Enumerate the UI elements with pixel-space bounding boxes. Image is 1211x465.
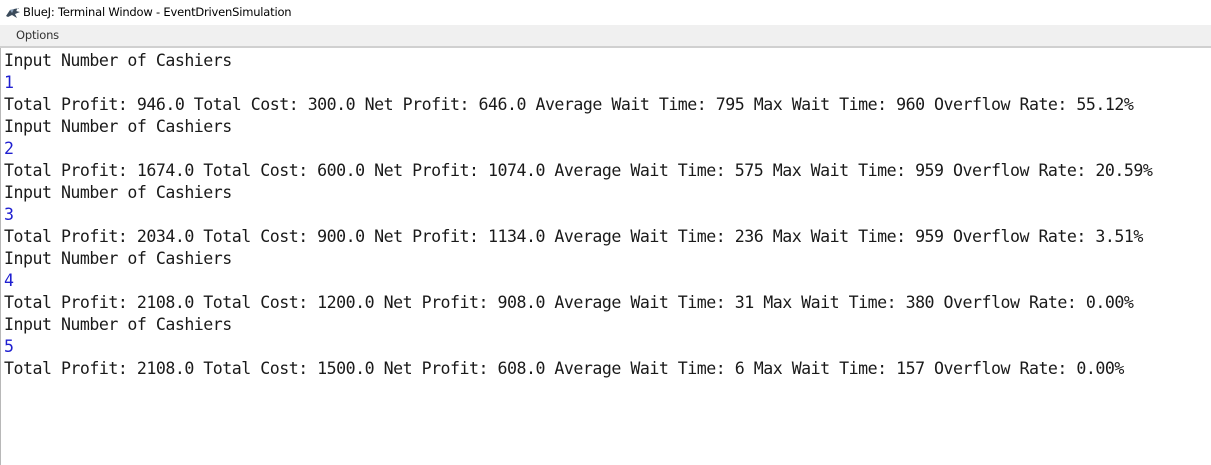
terminal-output-line: Total Profit: 2108.0 Total Cost: 1500.0 … xyxy=(4,359,1124,378)
terminal-output-line: Total Profit: 2034.0 Total Cost: 900.0 N… xyxy=(4,227,1143,246)
terminal-output-area[interactable]: Input Number of Cashiers 1 Total Profit: 9… xyxy=(0,48,1211,465)
terminal-input-line: 4 xyxy=(4,271,14,290)
menu-options[interactable]: Options xyxy=(16,28,59,42)
terminal-output-line: Input Number of Cashiers xyxy=(4,249,232,268)
terminal-input-line: 1 xyxy=(4,73,14,92)
terminal-input-line: 3 xyxy=(4,205,14,224)
terminal-output-line: Input Number of Cashiers xyxy=(4,183,232,202)
window-title: BlueJ: Terminal Window - EventDrivenSimu… xyxy=(23,5,292,19)
terminal-output-line: Input Number of Cashiers xyxy=(4,315,232,334)
terminal-input-line: 5 xyxy=(4,337,14,356)
terminal-window: BlueJ: Terminal Window - EventDrivenSimu… xyxy=(0,0,1211,465)
terminal-output-line: Input Number of Cashiers xyxy=(4,51,232,70)
terminal-output-line: Input Number of Cashiers xyxy=(4,117,232,136)
menu-bar: Options xyxy=(0,25,1211,46)
terminal-output-line: Total Profit: 1674.0 Total Cost: 600.0 N… xyxy=(4,161,1153,180)
bluej-bird-icon xyxy=(5,6,21,18)
terminal-lines: Input Number of Cashiers 1 Total Profit: 9… xyxy=(4,50,1153,380)
terminal-output-line: Total Profit: 2108.0 Total Cost: 1200.0 … xyxy=(4,293,1134,312)
terminal-output-line: Total Profit: 946.0 Total Cost: 300.0 Ne… xyxy=(4,95,1134,114)
terminal-input-line: 2 xyxy=(4,139,14,158)
title-bar[interactable]: BlueJ: Terminal Window - EventDrivenSimu… xyxy=(0,0,1211,25)
